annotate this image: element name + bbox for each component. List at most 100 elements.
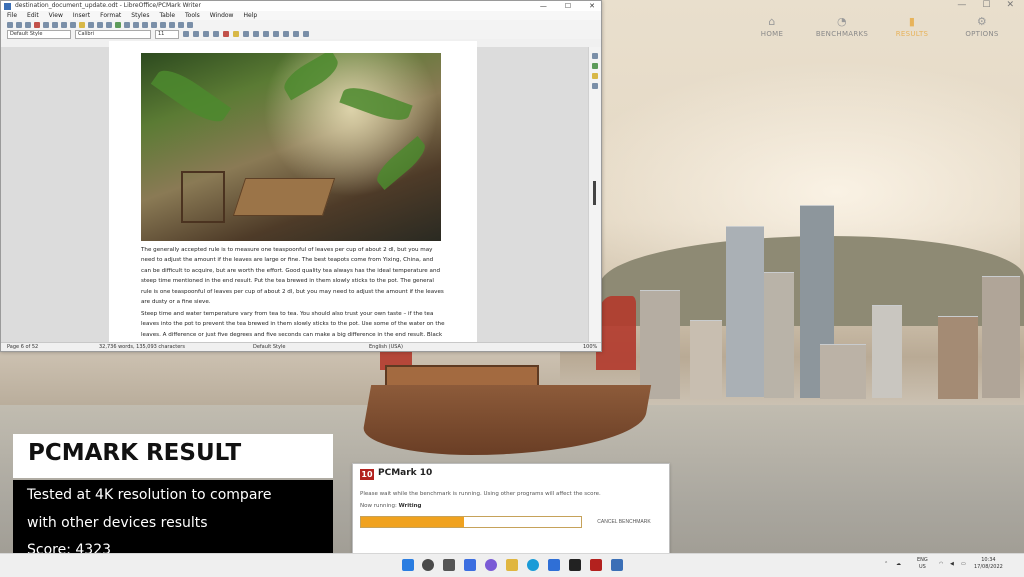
nav-home[interactable]: ⌂ HOME bbox=[744, 14, 800, 38]
paste-icon[interactable] bbox=[79, 21, 85, 28]
nav-results[interactable]: ▮ RESULTS bbox=[884, 14, 940, 38]
file-explorer-icon[interactable] bbox=[506, 559, 518, 571]
spellcheck-icon[interactable] bbox=[115, 21, 121, 28]
menu-file[interactable]: File bbox=[7, 11, 17, 20]
table-icon[interactable] bbox=[124, 21, 130, 28]
building bbox=[726, 226, 764, 397]
vertical-scrollbar[interactable] bbox=[588, 47, 601, 342]
battery-icon[interactable]: ▭ bbox=[961, 561, 966, 568]
writer-window[interactable]: destination_document_update.odt - LibreO… bbox=[0, 0, 602, 352]
task-view-icon[interactable] bbox=[443, 559, 455, 571]
nav-label: HOME bbox=[760, 30, 784, 38]
nav-options[interactable]: ⚙ OPTIONS bbox=[954, 14, 1010, 38]
cloud-icon[interactable]: ☁ bbox=[896, 561, 901, 568]
justify-icon[interactable] bbox=[273, 31, 279, 37]
maximize-button[interactable]: ☐ bbox=[565, 1, 571, 11]
nav-label: OPTIONS bbox=[965, 30, 999, 38]
time: 10:34 bbox=[981, 557, 996, 563]
start-icon[interactable] bbox=[402, 559, 414, 571]
standard-toolbar bbox=[1, 20, 601, 29]
paragraph-style-select[interactable]: Default Style bbox=[7, 29, 71, 39]
numbering-icon[interactable] bbox=[293, 31, 299, 37]
volume-icon[interactable]: ◀ bbox=[950, 561, 954, 568]
font-size-select[interactable]: 11 bbox=[155, 29, 179, 39]
search-icon[interactable] bbox=[422, 559, 434, 571]
indent-icon[interactable] bbox=[303, 31, 309, 37]
font-name-select[interactable]: Calibri bbox=[75, 29, 151, 39]
bullets-icon[interactable] bbox=[283, 31, 289, 37]
open-icon[interactable] bbox=[16, 21, 22, 28]
undo-icon[interactable] bbox=[88, 21, 94, 28]
font-color-icon[interactable] bbox=[223, 31, 229, 37]
widgets-icon[interactable] bbox=[464, 559, 476, 571]
edge-icon[interactable] bbox=[527, 559, 539, 571]
pcmark-taskbar-icon[interactable] bbox=[590, 559, 602, 571]
status-style[interactable]: Default Style bbox=[253, 343, 285, 351]
special-character-icon[interactable] bbox=[151, 21, 157, 28]
formatting-toolbar: Default Style Calibri 11 bbox=[1, 29, 601, 39]
export-pdf-icon[interactable] bbox=[34, 21, 40, 28]
menu-help[interactable]: Help bbox=[243, 11, 257, 20]
highlight-icon[interactable] bbox=[233, 31, 239, 37]
print-icon[interactable] bbox=[43, 21, 49, 28]
styles-icon[interactable] bbox=[592, 63, 598, 69]
tray-chevron-icon[interactable]: ⌃ bbox=[884, 561, 888, 568]
writer-taskbar-icon[interactable] bbox=[611, 559, 623, 571]
chart-icon[interactable] bbox=[142, 21, 148, 28]
italic-icon[interactable] bbox=[193, 31, 199, 37]
store-icon[interactable] bbox=[548, 559, 560, 571]
status-language[interactable]: English (USA) bbox=[369, 343, 403, 351]
menu-styles[interactable]: Styles bbox=[131, 11, 149, 20]
region: US bbox=[918, 564, 926, 570]
pcmark-logo: 10 bbox=[360, 469, 374, 480]
menu-view[interactable]: View bbox=[49, 11, 63, 20]
new-icon[interactable] bbox=[7, 21, 13, 28]
document-area: The generally accepted rule is to measur… bbox=[1, 47, 589, 342]
minimize-button[interactable]: — bbox=[540, 1, 547, 11]
close-button[interactable]: ✕ bbox=[589, 1, 595, 11]
save-icon[interactable] bbox=[25, 21, 31, 28]
copy-icon[interactable] bbox=[70, 21, 76, 28]
find-icon[interactable] bbox=[106, 21, 112, 28]
bold-icon[interactable] bbox=[183, 31, 189, 37]
comment-icon[interactable] bbox=[169, 21, 175, 28]
align-right-icon[interactable] bbox=[263, 31, 269, 37]
scrollbar-thumb[interactable] bbox=[593, 181, 596, 205]
status-zoom[interactable]: 100% bbox=[583, 343, 597, 351]
menu-tools[interactable]: Tools bbox=[185, 11, 200, 20]
chat-icon[interactable] bbox=[485, 559, 497, 571]
language-indicator[interactable]: ENG US bbox=[917, 557, 928, 571]
writer-window-controls: — ☐ ✕ bbox=[540, 1, 595, 11]
redo-icon[interactable] bbox=[97, 21, 103, 28]
strikethrough-icon[interactable] bbox=[213, 31, 219, 37]
menu-table[interactable]: Table bbox=[160, 11, 176, 20]
cancel-benchmark-button[interactable]: CANCEL BENCHMARK bbox=[587, 515, 661, 527]
writer-titlebar[interactable]: destination_document_update.odt - LibreO… bbox=[1, 1, 601, 11]
status-words[interactable]: 32,736 words, 135,093 characters bbox=[99, 343, 185, 351]
cut-icon[interactable] bbox=[61, 21, 67, 28]
wifi-icon[interactable]: ◠ bbox=[939, 561, 943, 568]
leaf bbox=[150, 62, 232, 130]
nav-benchmarks[interactable]: ◔ BENCHMARKS bbox=[814, 14, 870, 38]
shapes-icon[interactable] bbox=[187, 21, 193, 28]
clock[interactable]: 10:34 17/08/2022 bbox=[974, 557, 1003, 571]
app-icon[interactable] bbox=[569, 559, 581, 571]
menu-insert[interactable]: Insert bbox=[73, 11, 90, 20]
gallery-icon[interactable] bbox=[592, 73, 598, 79]
image-icon[interactable] bbox=[133, 21, 139, 28]
align-center-icon[interactable] bbox=[253, 31, 259, 37]
progress-fill bbox=[361, 517, 465, 527]
underline-icon[interactable] bbox=[203, 31, 209, 37]
navigator-icon[interactable] bbox=[592, 83, 598, 89]
leaf bbox=[339, 81, 413, 127]
align-left-icon[interactable] bbox=[243, 31, 249, 37]
menu-format[interactable]: Format bbox=[100, 11, 121, 20]
menu-window[interactable]: Window bbox=[210, 11, 234, 20]
menu-edit[interactable]: Edit bbox=[27, 11, 39, 20]
properties-icon[interactable] bbox=[592, 53, 598, 59]
status-page[interactable]: Page 6 of 52 bbox=[7, 343, 38, 351]
preview-icon[interactable] bbox=[52, 21, 58, 28]
line-icon[interactable] bbox=[178, 21, 184, 28]
hyperlink-icon[interactable] bbox=[160, 21, 166, 28]
document-page[interactable]: The generally accepted rule is to measur… bbox=[109, 47, 477, 342]
